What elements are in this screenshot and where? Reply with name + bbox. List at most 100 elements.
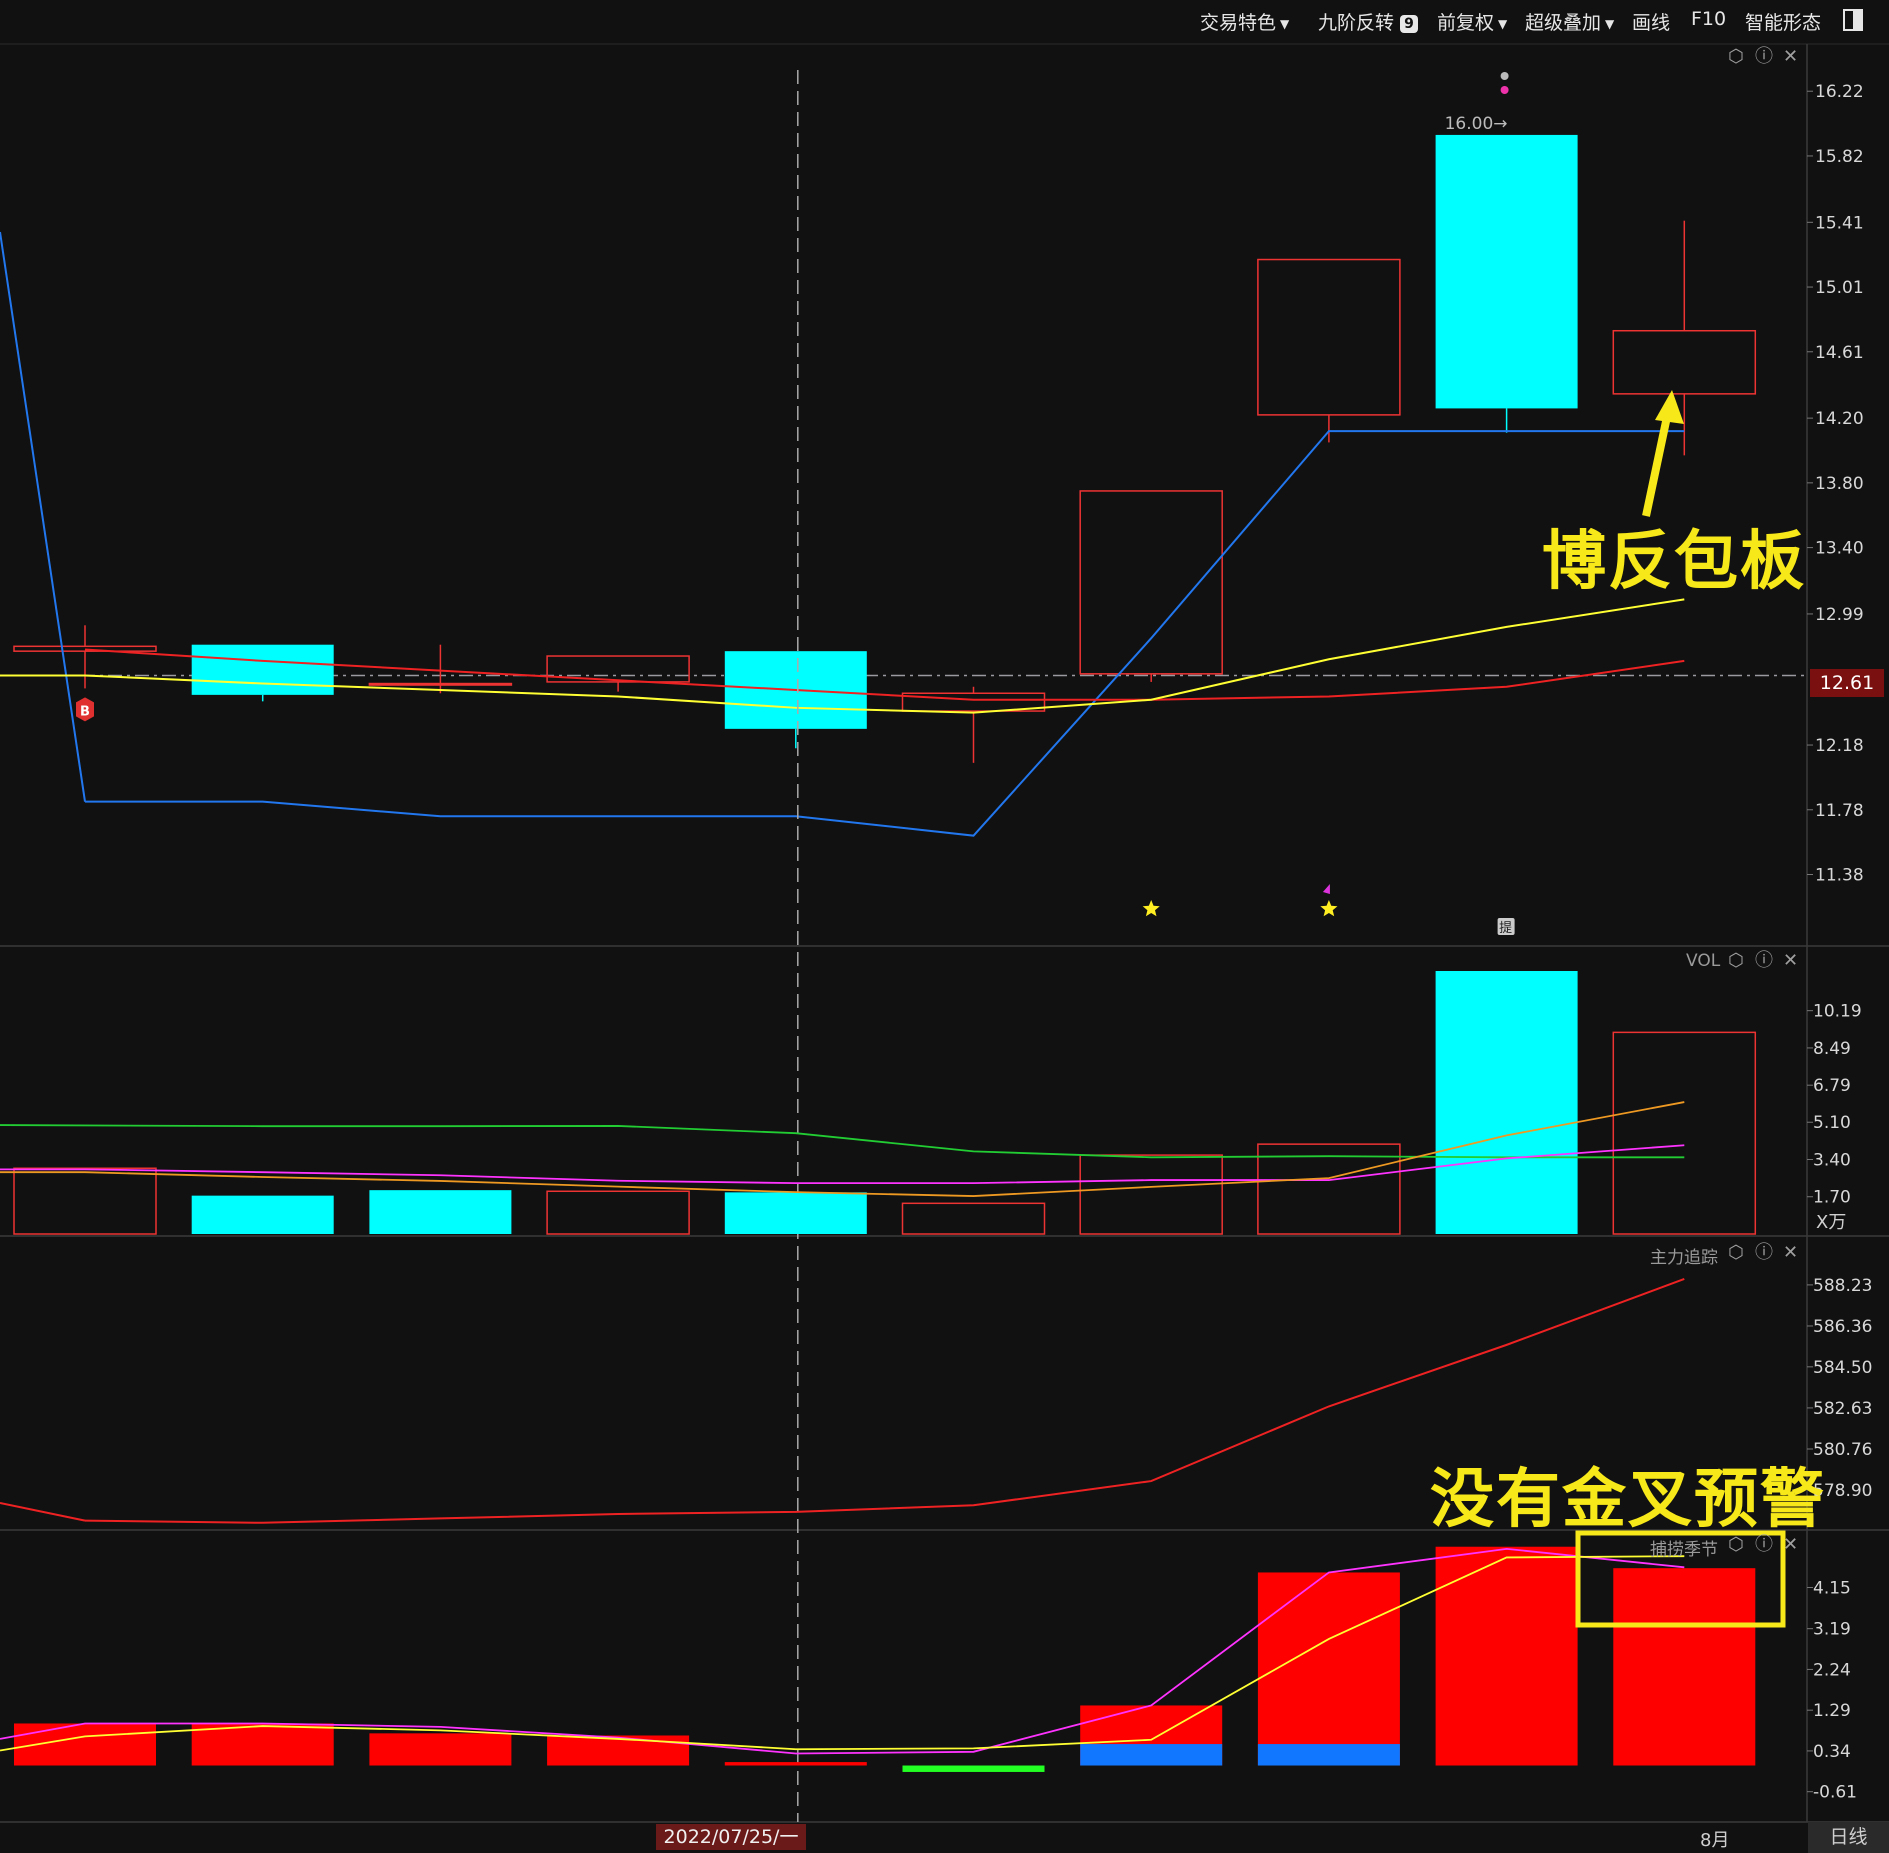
season-line bbox=[0, 1547, 1685, 1755]
season-blue-bar bbox=[1257, 1744, 1400, 1766]
candle-body bbox=[1612, 329, 1757, 395]
trade-feature-label: 交易特色 bbox=[1200, 12, 1277, 34]
blue-trend-line bbox=[0, 231, 86, 802]
annotation-arrow-head bbox=[1655, 390, 1684, 424]
star-icon bbox=[1142, 900, 1160, 917]
period-button[interactable]: 日线 bbox=[1808, 1822, 1889, 1853]
flag-marker-icon bbox=[1322, 884, 1330, 894]
price-tick-label: 13.80 bbox=[1815, 474, 1864, 494]
season-bar bbox=[547, 1735, 690, 1766]
price-tick-label: 12.18 bbox=[1815, 736, 1864, 756]
f10-button[interactable]: F10 bbox=[1691, 8, 1726, 30]
trade-feature-menu[interactable]: 交易特色 ▼ bbox=[1200, 8, 1289, 35]
close-icon[interactable]: ✕ bbox=[1783, 952, 1798, 970]
dropdown-arrow-icon: ▼ bbox=[1605, 16, 1615, 31]
draw-line-button[interactable]: 画线 bbox=[1632, 8, 1670, 35]
vol-tick-label: 8.49 bbox=[1813, 1039, 1851, 1059]
smart-pattern-button[interactable]: 智能形态 bbox=[1745, 8, 1821, 35]
settings-hex-icon[interactable]: ⬡ bbox=[1728, 1244, 1744, 1262]
help-icon[interactable]: ⓘ bbox=[1755, 952, 1773, 970]
stock-chart: 16.22 15.82 15.41 15.01 14.61 14.20 13.80 13.40… bbox=[0, 43, 1889, 1823]
close-icon[interactable]: ✕ bbox=[1783, 1244, 1798, 1262]
season-green-bar bbox=[902, 1765, 1045, 1772]
toolbar: 交易特色 ▼ 九阶反转 9 前复权 ▼ 超级叠加 ▼ 画线 F10 智能形态 bbox=[0, 0, 1889, 44]
price-tick-label: 13.40 bbox=[1815, 539, 1864, 559]
vol-bar bbox=[13, 1167, 157, 1235]
price-tick-label: 14.20 bbox=[1815, 409, 1864, 429]
nine-reversal-button[interactable]: 九阶反转 9 bbox=[1318, 8, 1419, 35]
candle-body bbox=[191, 644, 334, 695]
season-bar bbox=[369, 1733, 512, 1766]
super-overlay-menu[interactable]: 超级叠加 ▼ bbox=[1525, 8, 1614, 35]
season-blue-bar bbox=[1080, 1744, 1223, 1766]
candle-body bbox=[1435, 134, 1578, 409]
season-line bbox=[0, 1555, 1685, 1752]
settings-hex-icon[interactable]: ⬡ bbox=[1728, 952, 1744, 970]
current-price-tag: 12.61 bbox=[1810, 669, 1884, 697]
main-force-line bbox=[0, 1502, 86, 1522]
season-tick-label: 3.19 bbox=[1813, 1620, 1851, 1640]
candle-body bbox=[1079, 490, 1223, 675]
season-bar bbox=[724, 1762, 867, 1766]
vol-tick-label: 5.10 bbox=[1813, 1113, 1851, 1133]
season-bar bbox=[1613, 1568, 1756, 1766]
vol-panel-label: VOL bbox=[1686, 951, 1721, 971]
season-tick-label: 1.29 bbox=[1813, 1701, 1851, 1721]
vol-bar bbox=[1257, 1143, 1401, 1235]
vol-bar bbox=[546, 1190, 690, 1235]
vol-unit-label: X万 bbox=[1816, 1212, 1847, 1233]
price-tick-label: 16.22 bbox=[1815, 82, 1864, 102]
candle-body bbox=[368, 682, 513, 686]
help-icon[interactable]: ⓘ bbox=[1755, 48, 1773, 66]
vol-tick-label: 1.70 bbox=[1813, 1188, 1851, 1208]
candle-body bbox=[1257, 258, 1401, 416]
mf-tick-label: 584.50 bbox=[1813, 1358, 1872, 1378]
vol-tick-label: 10.19 bbox=[1813, 1002, 1862, 1022]
vol-bar bbox=[191, 1195, 334, 1234]
peak-price-label: 16.00→ bbox=[1445, 114, 1508, 134]
main-force-panel-label: 主力追踪 bbox=[1650, 1248, 1718, 1268]
buy-marker-label: B bbox=[80, 704, 90, 719]
bofan-annotation: 博反包板 bbox=[1542, 525, 1806, 599]
vol-bar bbox=[901, 1202, 1046, 1235]
forward-adjust-menu[interactable]: 前复权 ▼ bbox=[1437, 8, 1507, 35]
super-overlay-label: 超级叠加 bbox=[1525, 12, 1602, 34]
mf-tick-label: 586.36 bbox=[1813, 1317, 1872, 1337]
no-cross-annotation: 没有金叉预警 bbox=[1430, 1463, 1826, 1537]
price-tick-label: 15.82 bbox=[1815, 147, 1864, 167]
season-tick-label: 0.34 bbox=[1813, 1742, 1851, 1762]
vol-bar bbox=[369, 1190, 512, 1234]
vol-ma-line bbox=[0, 1124, 1685, 1159]
star-icon bbox=[1320, 900, 1338, 917]
season-tick-label: 4.15 bbox=[1813, 1578, 1851, 1598]
nine-reversal-label: 九阶反转 bbox=[1318, 12, 1395, 34]
pink-marker-icon bbox=[1500, 86, 1509, 94]
ti-marker-label: 提 bbox=[1499, 920, 1512, 936]
season-tick-label: -0.61 bbox=[1813, 1783, 1857, 1803]
vol-bar bbox=[1612, 1031, 1757, 1235]
season-tick-label: 2.24 bbox=[1813, 1660, 1851, 1680]
vol-bar bbox=[1079, 1154, 1223, 1235]
price-tick-label: 12.99 bbox=[1815, 605, 1864, 625]
blue-trend-line bbox=[85, 430, 1685, 837]
layout-toggle-icon[interactable] bbox=[1843, 9, 1863, 31]
dropdown-arrow-icon: ▼ bbox=[1498, 16, 1508, 31]
gear-marker-icon bbox=[1500, 72, 1509, 80]
close-icon[interactable]: ✕ bbox=[1783, 48, 1798, 66]
annotation-arrow bbox=[1642, 411, 1672, 517]
season-bar bbox=[1257, 1572, 1400, 1766]
mf-tick-label: 582.63 bbox=[1813, 1399, 1872, 1419]
crosshair-date: 2022/07/25/一 bbox=[656, 1824, 806, 1850]
month-label: 8月 bbox=[1700, 1830, 1730, 1851]
settings-hex-icon[interactable]: ⬡ bbox=[1728, 48, 1744, 66]
vol-bar bbox=[724, 1192, 867, 1234]
price-tick-label: 11.78 bbox=[1815, 801, 1864, 821]
nine-badge-icon: 9 bbox=[1400, 14, 1419, 33]
dropdown-arrow-icon: ▼ bbox=[1280, 16, 1290, 31]
vol-bar bbox=[1435, 971, 1578, 1234]
vol-tick-label: 3.40 bbox=[1813, 1150, 1851, 1170]
price-tick-label: 15.41 bbox=[1815, 213, 1864, 233]
mf-tick-label: 588.23 bbox=[1813, 1276, 1872, 1296]
help-icon[interactable]: ⓘ bbox=[1755, 1244, 1773, 1262]
price-tick-label: 14.61 bbox=[1815, 343, 1864, 363]
